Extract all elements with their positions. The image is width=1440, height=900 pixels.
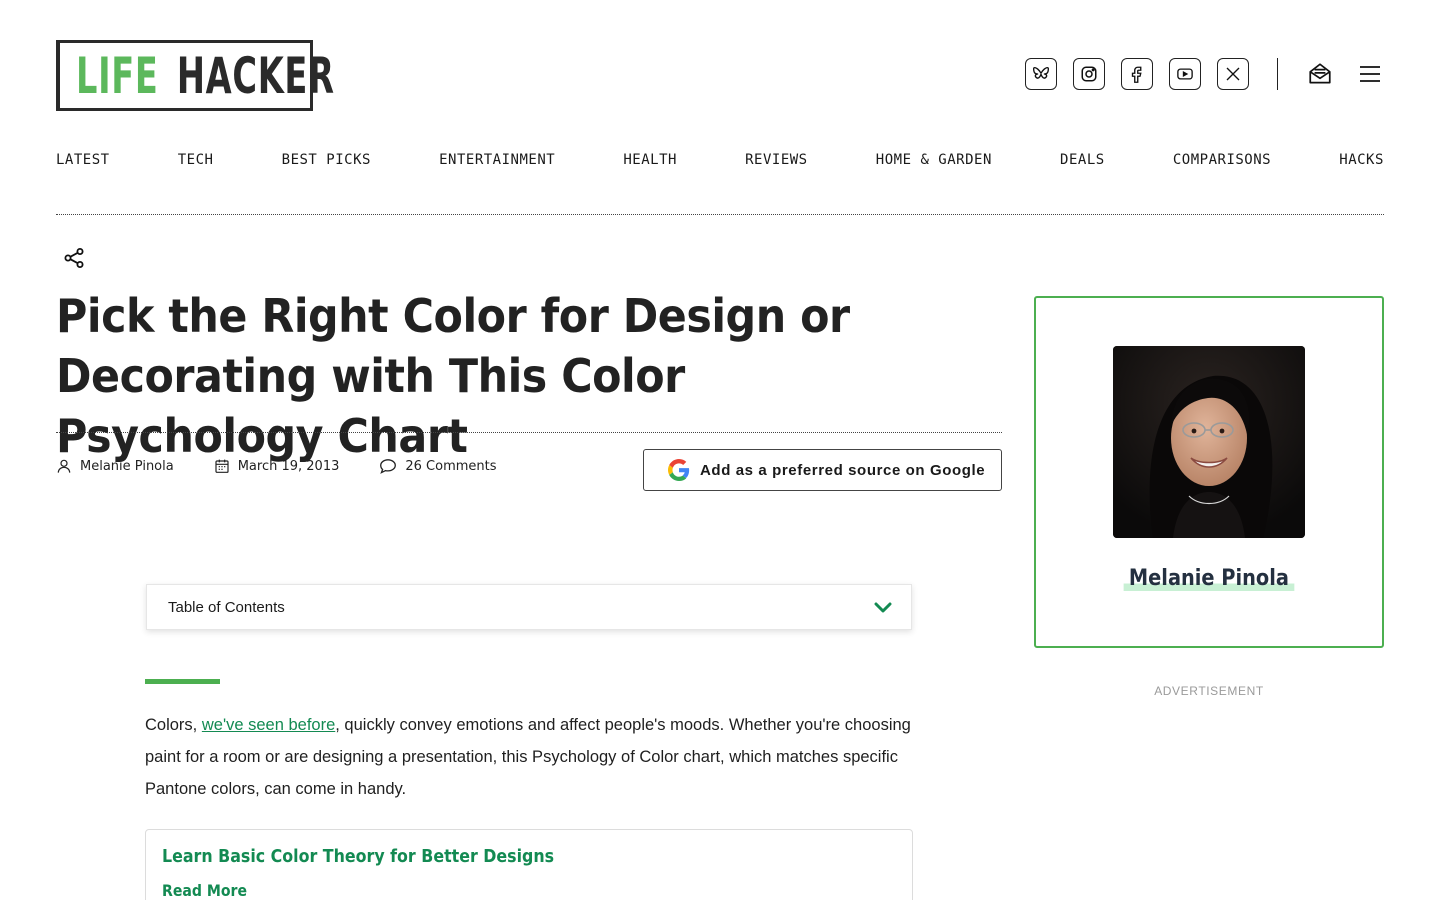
- toc-label: Table of Contents: [168, 598, 285, 616]
- social-links: [1009, 58, 1384, 90]
- chevron-down-icon[interactable]: [873, 600, 893, 614]
- nav-item-best-picks[interactable]: BEST PICKS: [282, 152, 371, 168]
- main-nav: LATEST TECH BEST PICKS ENTERTAINMENT HEA…: [56, 152, 1384, 168]
- nav-item-entertainment[interactable]: ENTERTAINMENT: [439, 152, 555, 168]
- inline-link[interactable]: we've seen before: [202, 716, 335, 734]
- nav-item-hacks[interactable]: HACKS: [1339, 152, 1384, 168]
- author-avatar[interactable]: [1113, 346, 1305, 538]
- hamburger-menu-icon[interactable]: [1356, 60, 1384, 88]
- facebook-icon[interactable]: [1121, 58, 1153, 90]
- nav-item-health[interactable]: HEALTH: [623, 152, 677, 168]
- related-article-card[interactable]: Learn Basic Color Theory for Better Desi…: [145, 829, 913, 900]
- article-meta: Melanie Pinola March 19, 2013 26 Comment…: [56, 458, 537, 474]
- calendar-icon: [215, 459, 229, 473]
- author-name-container: Melanie Pinola: [1036, 566, 1382, 591]
- accent-bar: [145, 679, 220, 684]
- byline[interactable]: Melanie Pinola: [56, 458, 174, 474]
- share-icon[interactable]: [62, 246, 86, 270]
- comment-icon: [380, 459, 397, 474]
- author-link[interactable]: Melanie Pinola: [80, 459, 174, 474]
- nav-item-reviews[interactable]: REVIEWS: [745, 152, 808, 168]
- meta-divider: [56, 432, 1002, 433]
- bluesky-icon[interactable]: [1025, 58, 1057, 90]
- related-article-title[interactable]: Learn Basic Color Theory for Better Desi…: [162, 846, 808, 867]
- advertisement-label: ADVERTISEMENT: [1154, 684, 1264, 698]
- nav-item-comparisons[interactable]: COMPARISONS: [1173, 152, 1271, 168]
- youtube-icon[interactable]: [1169, 58, 1201, 90]
- nav-divider: [56, 214, 1384, 215]
- google-button-label: Add as a preferred source on Google: [700, 461, 986, 479]
- instagram-icon[interactable]: [1073, 58, 1105, 90]
- comments-count: 26 Comments: [405, 458, 497, 474]
- newsletter-icon[interactable]: [1306, 60, 1334, 88]
- nav-item-tech[interactable]: TECH: [178, 152, 214, 168]
- author-card: Melanie Pinola: [1034, 296, 1384, 648]
- lifehacker-logo[interactable]: LIFE HACKER: [56, 40, 334, 111]
- google-preferred-source-button[interactable]: Add as a preferred source on Google: [643, 449, 1002, 491]
- publish-date: March 19, 2013: [214, 458, 340, 474]
- table-of-contents[interactable]: Table of Contents: [146, 584, 912, 630]
- paragraph-text: Colors,: [145, 716, 202, 734]
- date-text: March 19, 2013: [237, 458, 340, 474]
- nav-item-latest[interactable]: LATEST: [56, 152, 110, 168]
- google-icon: [668, 459, 690, 481]
- x-icon[interactable]: [1217, 58, 1249, 90]
- site-header: LIFE HACKER: [56, 40, 1384, 112]
- article-paragraph: Colors, we've seen before, quickly conve…: [145, 709, 915, 805]
- user-icon: [57, 459, 71, 473]
- nav-item-home-garden[interactable]: HOME & GARDEN: [876, 152, 992, 168]
- comments-link[interactable]: 26 Comments: [379, 458, 497, 474]
- header-divider: [1277, 58, 1278, 90]
- nav-item-deals[interactable]: DEALS: [1060, 152, 1105, 168]
- author-name[interactable]: Melanie Pinola: [1123, 566, 1295, 591]
- article-title: Pick the Right Color for Design or Decor…: [56, 289, 850, 463]
- logo-text: LIFE HACKER: [76, 46, 335, 105]
- read-more-link[interactable]: Read More: [162, 881, 808, 900]
